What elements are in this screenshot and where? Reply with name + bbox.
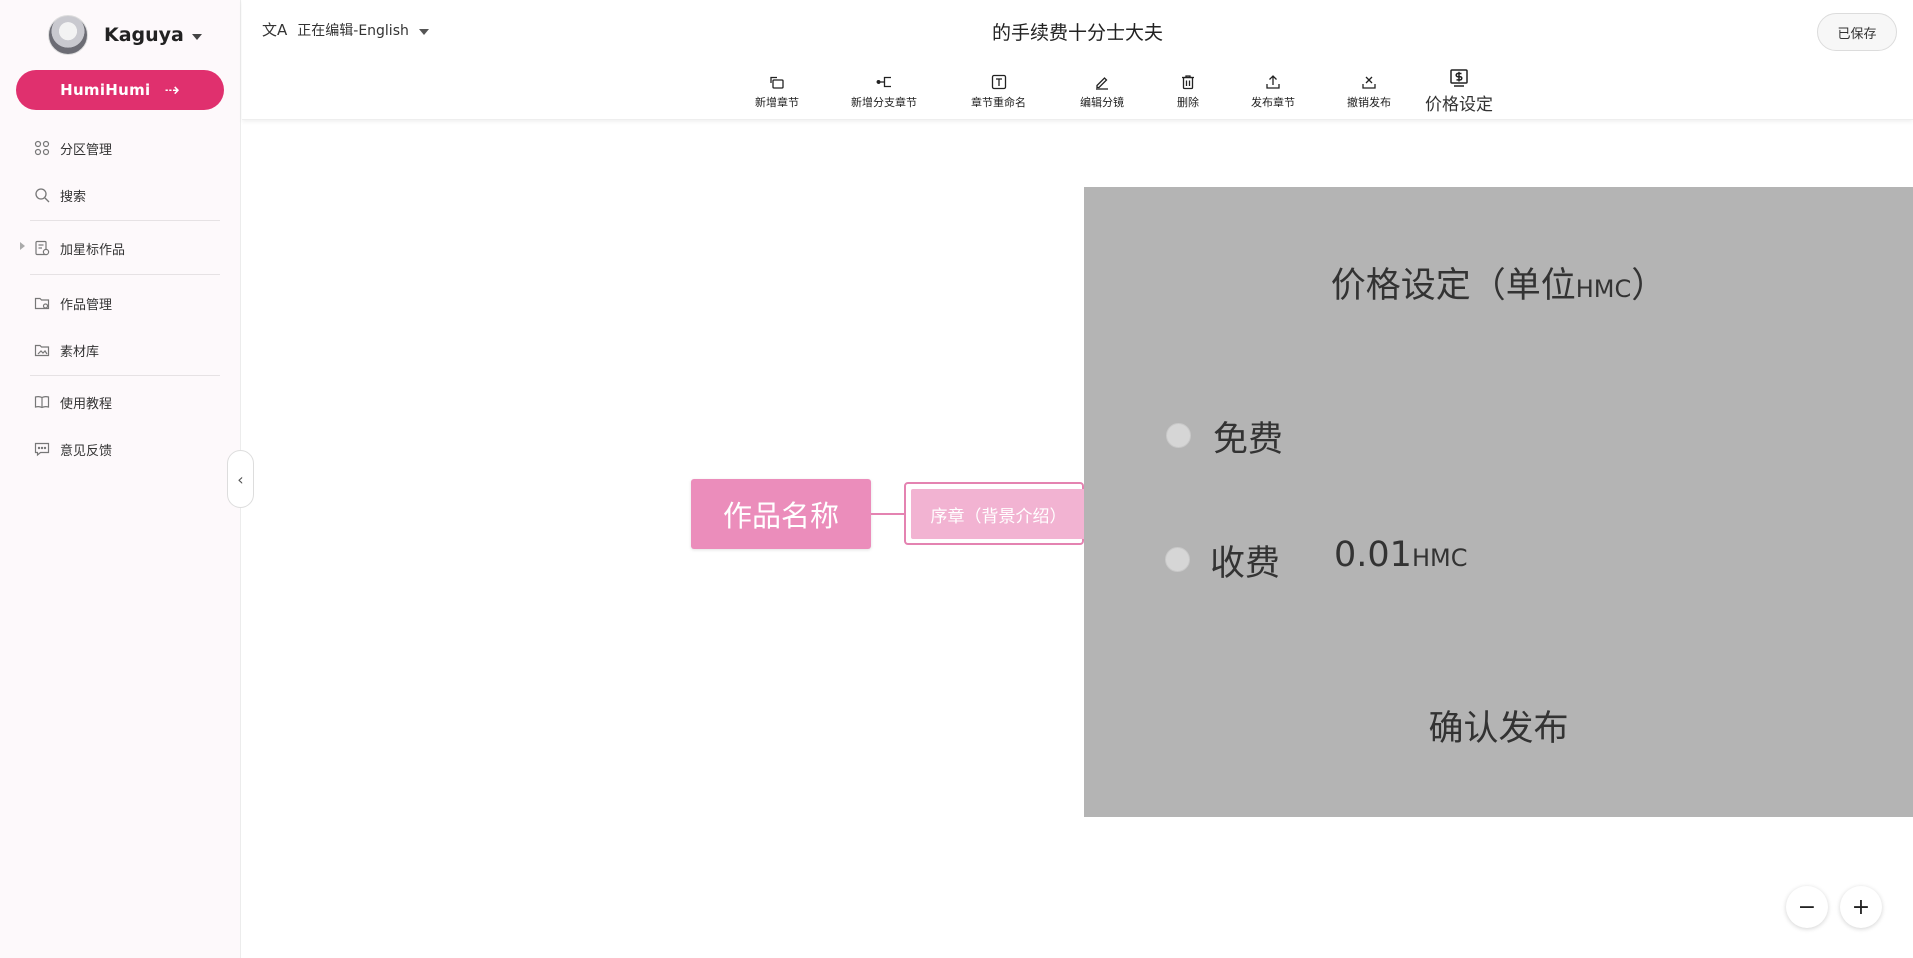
toolbar-label: 撤销发布 bbox=[1347, 96, 1391, 109]
sidebar: Kaguya HumiHumi ⇢ 分区管理 搜索 加星标作品 作品管理 素材库… bbox=[0, 0, 241, 958]
zoom-in-button[interactable]: + bbox=[1840, 886, 1882, 928]
free-radio[interactable] bbox=[1166, 423, 1191, 448]
sidebar-item-library[interactable]: 素材库 bbox=[34, 338, 99, 362]
folder-icon bbox=[34, 295, 50, 311]
humihumi-button[interactable]: HumiHumi ⇢ bbox=[16, 70, 224, 110]
unpublish-icon bbox=[1361, 74, 1377, 90]
grid-icon bbox=[34, 140, 50, 156]
sidebar-item-search[interactable]: 搜索 bbox=[34, 183, 86, 207]
sidebar-item-zones[interactable]: 分区管理 bbox=[34, 136, 112, 160]
add-chapter-button[interactable]: 新增章节 bbox=[755, 74, 799, 110]
user-menu[interactable]: Kaguya bbox=[48, 15, 202, 55]
toolbar-label: 价格设定 bbox=[1425, 95, 1493, 115]
sidebar-item-label: 素材库 bbox=[60, 344, 100, 360]
toolbar-label: 编辑分镜 bbox=[1080, 96, 1124, 109]
toolbar-label: 章节重命名 bbox=[971, 96, 1026, 109]
price-icon bbox=[1449, 68, 1469, 88]
add-chapter-icon bbox=[769, 74, 785, 90]
sidebar-item-label: 加星标作品 bbox=[60, 242, 126, 258]
chevron-down-icon bbox=[191, 34, 202, 40]
sidebar-item-starred[interactable]: 加星标作品 bbox=[34, 236, 125, 260]
toolbar-label: 新增章节 bbox=[755, 96, 799, 109]
rename-chapter-button[interactable]: 章节重命名 bbox=[971, 74, 1026, 110]
paid-label[interactable]: 收费 bbox=[1210, 535, 1280, 586]
sidebar-item-label: 作品管理 bbox=[60, 297, 113, 313]
toolbar-label: 新增分支章节 bbox=[851, 96, 917, 109]
plus-icon: + bbox=[1851, 894, 1871, 920]
feedback-icon bbox=[34, 441, 50, 457]
toolbar-label: 删除 bbox=[1177, 96, 1199, 109]
arrow-right-icon: ⇢ bbox=[164, 79, 180, 101]
upload-icon bbox=[1265, 74, 1281, 90]
unpublish-button[interactable]: 撤销发布 bbox=[1347, 74, 1391, 110]
panel-title-close: ） bbox=[1631, 266, 1667, 306]
panel-title: 价格设定（单位HMC） bbox=[1084, 257, 1913, 308]
price-unit: HMC bbox=[1411, 544, 1468, 572]
sidebar-item-label: 意见反馈 bbox=[60, 443, 113, 459]
humihumi-button-label: HumiHumi bbox=[60, 81, 151, 99]
book-icon bbox=[34, 394, 50, 410]
chapter-node[interactable]: 序章（背景介绍） bbox=[911, 489, 1086, 539]
add-branch-icon bbox=[876, 74, 892, 90]
avatar bbox=[48, 15, 88, 55]
minus-icon: − bbox=[1797, 894, 1817, 920]
divider bbox=[30, 274, 220, 275]
image-folder-icon bbox=[34, 342, 50, 358]
collapse-sidebar-button[interactable]: ‹ bbox=[227, 450, 254, 508]
price-input[interactable]: 0.01HMC bbox=[1334, 535, 1467, 575]
edit-icon bbox=[1094, 74, 1110, 90]
sidebar-item-label: 使用教程 bbox=[60, 396, 113, 412]
chevron-left-icon: ‹ bbox=[237, 469, 244, 489]
delete-button[interactable]: 删除 bbox=[1177, 74, 1199, 110]
root-node[interactable]: 作品名称 bbox=[691, 479, 871, 549]
expand-caret-icon[interactable] bbox=[20, 242, 25, 250]
divider bbox=[30, 375, 220, 376]
node-connector bbox=[871, 513, 906, 515]
price-setting-panel: 价格设定（单位HMC） 免费 收费 0.01HMC 确认发布 bbox=[1084, 187, 1913, 817]
zoom-out-button[interactable]: − bbox=[1786, 886, 1828, 928]
panel-title-text: 价格设定（单位 bbox=[1330, 266, 1576, 306]
sidebar-item-label: 搜索 bbox=[60, 189, 87, 205]
rename-icon bbox=[991, 74, 1007, 90]
paid-radio[interactable] bbox=[1165, 547, 1190, 572]
panel-title-unit: HMC bbox=[1575, 275, 1632, 303]
free-label[interactable]: 免费 bbox=[1213, 411, 1283, 462]
divider bbox=[30, 220, 220, 221]
price-setting-button[interactable]: 价格设定 bbox=[1425, 68, 1493, 115]
page-title: 的手续费十分士大夫 bbox=[991, 22, 1163, 44]
add-branch-chapter-button[interactable]: 新增分支章节 bbox=[851, 74, 917, 110]
confirm-publish-button[interactable]: 确认发布 bbox=[1084, 700, 1913, 751]
header: 文A 正在编辑-English 的手续费十分士大夫 已保存 新增章节 新增分支章… bbox=[242, 0, 1913, 120]
price-value: 0.01 bbox=[1334, 535, 1412, 575]
save-status-button[interactable]: 已保存 bbox=[1817, 13, 1897, 51]
publish-chapter-button[interactable]: 发布章节 bbox=[1251, 74, 1295, 110]
user-name: Kaguya bbox=[104, 24, 184, 46]
search-icon bbox=[34, 187, 50, 203]
sidebar-item-label: 分区管理 bbox=[60, 142, 113, 158]
starred-doc-icon bbox=[34, 240, 50, 256]
trash-icon bbox=[1180, 74, 1196, 90]
toolbar-label: 发布章节 bbox=[1251, 96, 1295, 109]
sidebar-item-feedback[interactable]: 意见反馈 bbox=[34, 437, 112, 461]
edit-storyboard-button[interactable]: 编辑分镜 bbox=[1080, 74, 1124, 110]
sidebar-item-tutorial[interactable]: 使用教程 bbox=[34, 390, 112, 414]
sidebar-item-works[interactable]: 作品管理 bbox=[34, 291, 112, 315]
